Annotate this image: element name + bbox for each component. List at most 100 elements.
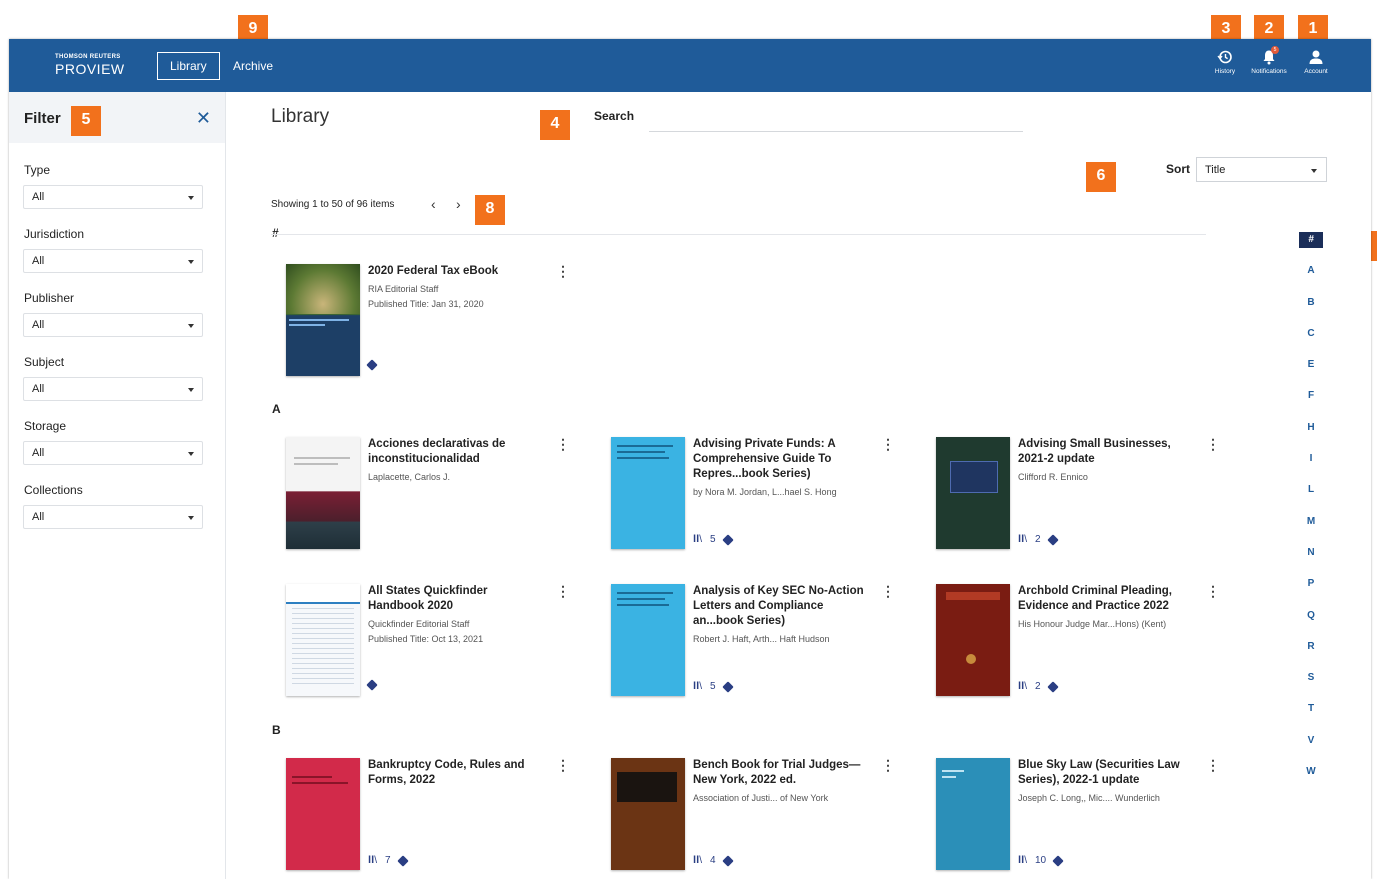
more-options-icon[interactable]: ⋮ (556, 437, 570, 451)
alphabet-index-letter[interactable]: S (1299, 670, 1323, 701)
more-options-icon[interactable]: ⋮ (1206, 584, 1220, 598)
tag-icon[interactable] (1046, 533, 1059, 546)
library-icon: 𝐈𝐈\ (693, 681, 702, 692)
book-cover[interactable] (286, 584, 360, 696)
book-cover[interactable] (611, 584, 685, 696)
close-icon[interactable]: ✕ (196, 108, 211, 129)
book-title[interactable]: Advising Small Businesses, 2021-2 update (1018, 437, 1193, 467)
book-author: RIA Editorial Staff (368, 284, 439, 294)
chevron-down-icon (188, 324, 194, 328)
book-cover[interactable] (286, 758, 360, 870)
more-options-icon[interactable]: ⋮ (881, 437, 895, 451)
more-options-icon[interactable]: ⋮ (556, 758, 570, 772)
filter-select-collections[interactable]: All (23, 505, 203, 529)
book-title[interactable]: Bench Book for Trial Judges—New York, 20… (693, 758, 868, 788)
tag-icon[interactable] (1046, 680, 1059, 693)
tag-icon[interactable] (366, 359, 378, 371)
book-author: Association of Justi... of New York (693, 793, 829, 803)
filter-label-jurisdiction: Jurisdiction (24, 227, 85, 241)
more-options-icon[interactable]: ⋮ (881, 758, 895, 772)
more-options-icon[interactable]: ⋮ (1206, 437, 1220, 451)
sort-select[interactable]: Title (1196, 157, 1327, 182)
tag-icon[interactable] (721, 854, 734, 867)
book-title[interactable]: Acciones declarativas de inconstituciona… (368, 437, 543, 467)
book-author: Robert J. Haft, Arth... Haft Hudson (693, 634, 830, 644)
alphabet-index-letter[interactable]: Q (1299, 608, 1323, 639)
filter-select-jurisdiction[interactable]: All (23, 249, 203, 273)
book-published: Published Title: Jan 31, 2020 (368, 299, 484, 309)
book-cover[interactable] (936, 437, 1010, 549)
library-icon: 𝐈𝐈\ (1018, 855, 1027, 866)
alphabet-index-letter[interactable]: W (1299, 764, 1323, 795)
book-cover[interactable] (936, 758, 1010, 870)
book-title[interactable]: All States Quickfinder Handbook 2020 (368, 584, 543, 614)
book-footer: 𝐈𝐈\ 7 (368, 854, 409, 867)
callout-badge-6: 6 (1086, 162, 1116, 192)
history-icon (1217, 50, 1232, 64)
filter-select-type[interactable]: All (23, 185, 203, 209)
alphabet-index-letter[interactable]: H (1299, 420, 1323, 451)
section-divider (271, 234, 1206, 235)
library-icon: 𝐈𝐈\ (1018, 681, 1027, 692)
alphabet-index-letter[interactable]: I (1299, 451, 1323, 482)
book-title[interactable]: Bankruptcy Code, Rules and Forms, 2022 (368, 758, 543, 788)
alphabet-index-letter[interactable]: L (1299, 482, 1323, 513)
history-button[interactable]: History (1205, 49, 1245, 75)
more-options-icon[interactable]: ⋮ (556, 264, 570, 278)
history-label: History (1214, 68, 1236, 75)
book-author: by Nora M. Jordan, L...hael S. Hong (693, 487, 837, 497)
tag-icon[interactable] (721, 680, 734, 693)
book-cover[interactable] (286, 264, 360, 376)
tag-icon[interactable] (396, 854, 409, 867)
alphabet-index-letter[interactable]: E (1299, 357, 1323, 388)
alphabet-index-letter[interactable]: P (1299, 576, 1323, 607)
pagination-summary: Showing 1 to 50 of 96 items (271, 199, 395, 210)
filter-select-value: All (32, 383, 45, 395)
book-author: Clifford R. Ennico (1018, 472, 1088, 482)
alphabet-index-letter[interactable]: T (1299, 701, 1323, 732)
book-item: Acciones declarativas de inconstituciona… (271, 437, 581, 557)
previous-page-button[interactable]: ‹ (431, 196, 436, 212)
filter-select-storage[interactable]: All (23, 441, 203, 465)
more-options-icon[interactable]: ⋮ (1206, 758, 1220, 772)
book-title[interactable]: Advising Private Funds: A Comprehensive … (693, 437, 868, 482)
book-title[interactable]: Archbold Criminal Pleading, Evidence and… (1018, 584, 1193, 614)
filter-select-subject[interactable]: All (23, 377, 203, 401)
alphabet-index: # A B C E F H I L M N P Q R S T V W (1299, 232, 1323, 795)
book-item: 2020 Federal Tax eBook RIA Editorial Sta… (271, 264, 581, 384)
tag-icon[interactable] (721, 533, 734, 546)
alphabet-index-letter[interactable]: R (1299, 639, 1323, 670)
more-options-icon[interactable]: ⋮ (556, 584, 570, 598)
alphabet-index-letter[interactable]: F (1299, 388, 1323, 419)
book-cover[interactable] (286, 437, 360, 549)
book-title[interactable]: Blue Sky Law (Securities Law Series), 20… (1018, 758, 1193, 788)
next-page-button[interactable]: › (456, 196, 461, 212)
book-title[interactable]: Analysis of Key SEC No-Action Letters an… (693, 584, 868, 629)
alphabet-index-letter[interactable]: # (1299, 232, 1323, 248)
book-cover[interactable] (611, 758, 685, 870)
account-button[interactable]: Account (1296, 49, 1336, 75)
tab-library[interactable]: Library (157, 52, 220, 80)
alphabet-index-letter[interactable]: C (1299, 326, 1323, 357)
library-icon: 𝐈𝐈\ (1018, 534, 1027, 545)
book-item: Advising Small Businesses, 2021-2 update… (921, 437, 1231, 557)
alphabet-index-letter[interactable]: V (1299, 733, 1323, 764)
more-options-icon[interactable]: ⋮ (881, 584, 895, 598)
tag-icon[interactable] (1052, 854, 1064, 867)
tag-icon[interactable] (366, 679, 378, 691)
notifications-button[interactable]: 5 Notifications (1249, 46, 1289, 75)
callout-badge-8: 8 (475, 195, 505, 225)
alphabet-index-letter[interactable]: A (1299, 263, 1323, 294)
book-title[interactable]: 2020 Federal Tax eBook (368, 264, 543, 279)
book-cover[interactable] (936, 584, 1010, 696)
alphabet-index-letter[interactable]: N (1299, 545, 1323, 576)
brand-logo[interactable]: THOMSON REUTERS PROVIEW (55, 54, 125, 77)
tab-archive[interactable]: Archive (233, 52, 273, 80)
filter-label-publisher: Publisher (24, 291, 75, 305)
search-input[interactable] (649, 103, 1023, 132)
library-icon: 𝐈𝐈\ (368, 855, 377, 866)
alphabet-index-letter[interactable]: B (1299, 295, 1323, 326)
filter-select-publisher[interactable]: All (23, 313, 203, 337)
alphabet-index-letter[interactable]: M (1299, 514, 1323, 545)
book-cover[interactable] (611, 437, 685, 549)
